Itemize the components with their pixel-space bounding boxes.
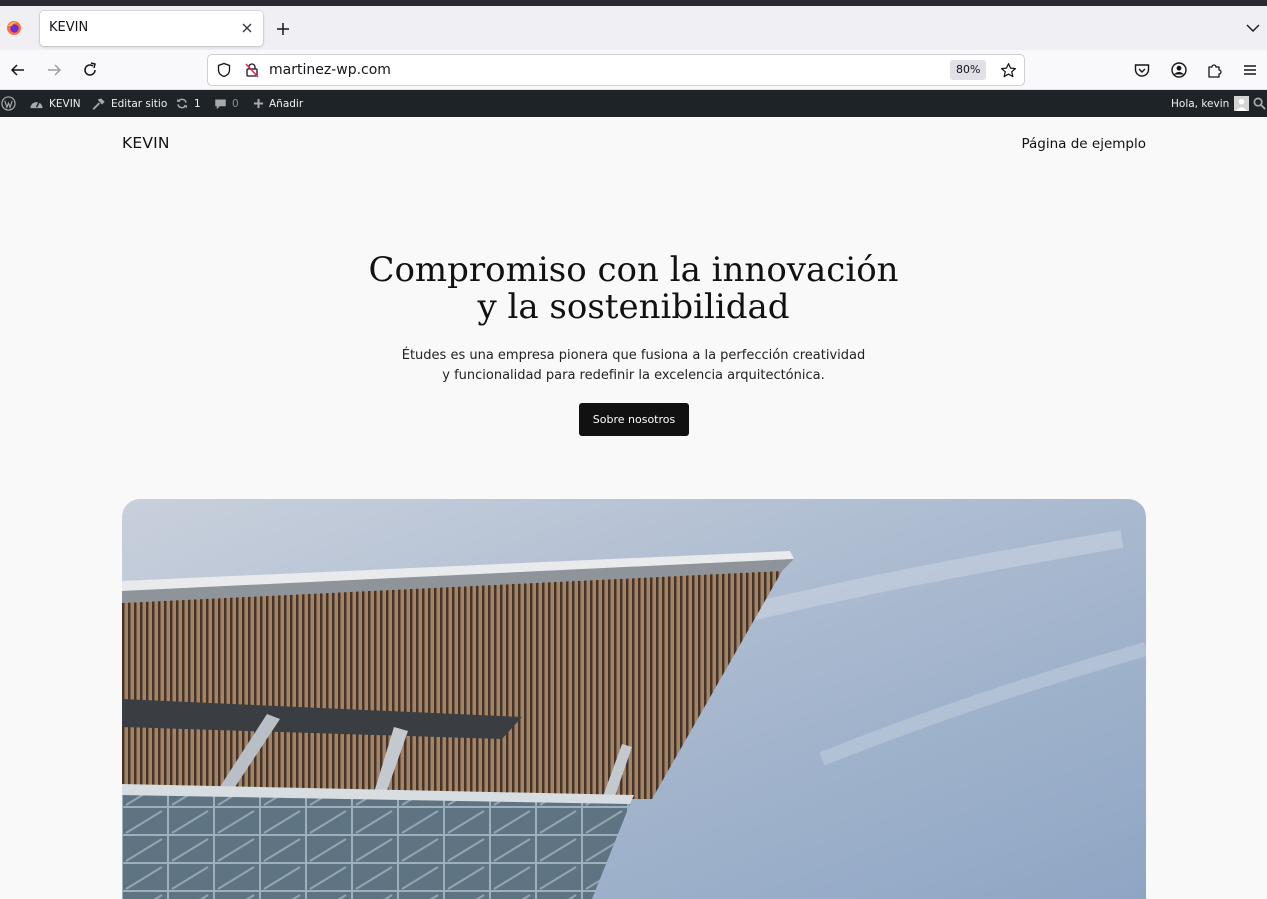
- hero-building-image: [122, 499, 1146, 899]
- avatar: [1234, 96, 1250, 111]
- hero-heading-line-2: y la sostenibilidad: [477, 287, 790, 327]
- tab-kevin[interactable]: KEVIN: [40, 11, 263, 46]
- navigation-toolbar: martinez-wp.com 80%: [0, 50, 1267, 90]
- admin-site-name: KEVIN: [49, 97, 81, 110]
- star-icon[interactable]: [1000, 62, 1017, 79]
- updates-link[interactable]: 1: [175, 90, 201, 117]
- nav-link-sample-page[interactable]: Página de ejemplo: [1021, 136, 1146, 152]
- wp-logo-menu[interactable]: [1, 90, 16, 117]
- tab-bar: KEVIN: [0, 6, 1267, 50]
- updates-icon: [177, 98, 187, 109]
- shield-icon[interactable]: [216, 62, 232, 78]
- plus-icon: [253, 98, 264, 109]
- edit-site-link[interactable]: Editar sitio: [91, 90, 167, 117]
- hero-description-line-1: Études es una empresa pionera que fusion…: [401, 348, 866, 363]
- greeting-text: Hola, kevin: [1171, 97, 1230, 110]
- comments-link[interactable]: 0: [214, 90, 239, 117]
- plus-icon[interactable]: [274, 20, 292, 38]
- url-bar[interactable]: martinez-wp.com 80%: [207, 54, 1025, 86]
- site-name-menu[interactable]: KEVIN: [29, 90, 81, 117]
- updates-count: 1: [194, 97, 201, 110]
- forward-icon[interactable]: [45, 61, 63, 79]
- firefox-icon[interactable]: [6, 20, 22, 36]
- account-icon[interactable]: [1170, 61, 1188, 79]
- edit-site-label: Editar sitio: [111, 97, 168, 110]
- pocket-icon[interactable]: [1133, 61, 1151, 79]
- hero-description: Études es una empresa pionera que fusion…: [0, 346, 1267, 386]
- search-icon: [1253, 97, 1266, 110]
- my-account-menu[interactable]: Hola, kevin: [1171, 90, 1250, 117]
- reload-icon[interactable]: [81, 61, 99, 79]
- building-photo: [122, 499, 1146, 899]
- comment-icon: [215, 99, 226, 109]
- extensions-icon[interactable]: [1206, 61, 1224, 79]
- url-text[interactable]: martinez-wp.com: [269, 62, 391, 78]
- menu-icon[interactable]: [1241, 61, 1259, 79]
- dashboard-icon: [30, 101, 43, 109]
- hero-heading: Compromiso con la innovación y la sosten…: [0, 252, 1267, 326]
- about-us-button[interactable]: Sobre nosotros: [579, 403, 689, 436]
- wp-admin-bar: KEVIN Editar sitio 1 0 Añadir Hola, kevi…: [0, 90, 1267, 117]
- add-new-label: Añadir: [269, 97, 304, 110]
- hero-description-line-2: y funcionalidad para redefinir la excele…: [442, 368, 825, 383]
- hammer-icon: [92, 97, 105, 110]
- close-icon[interactable]: [239, 20, 255, 36]
- lock-icon[interactable]: [244, 62, 260, 78]
- chevron-down-icon[interactable]: [1245, 20, 1261, 36]
- search-toggle[interactable]: [1253, 90, 1266, 117]
- wordpress-icon: [1, 96, 16, 111]
- site-title-link[interactable]: KEVIN: [122, 134, 170, 152]
- tab-title: KEVIN: [49, 20, 89, 35]
- zoom-indicator[interactable]: 80%: [950, 60, 987, 80]
- add-new-menu[interactable]: Añadir: [253, 90, 303, 117]
- comments-count: 0: [232, 97, 239, 110]
- back-icon[interactable]: [9, 61, 27, 79]
- hero-heading-line-1: Compromiso con la innovación: [368, 250, 899, 290]
